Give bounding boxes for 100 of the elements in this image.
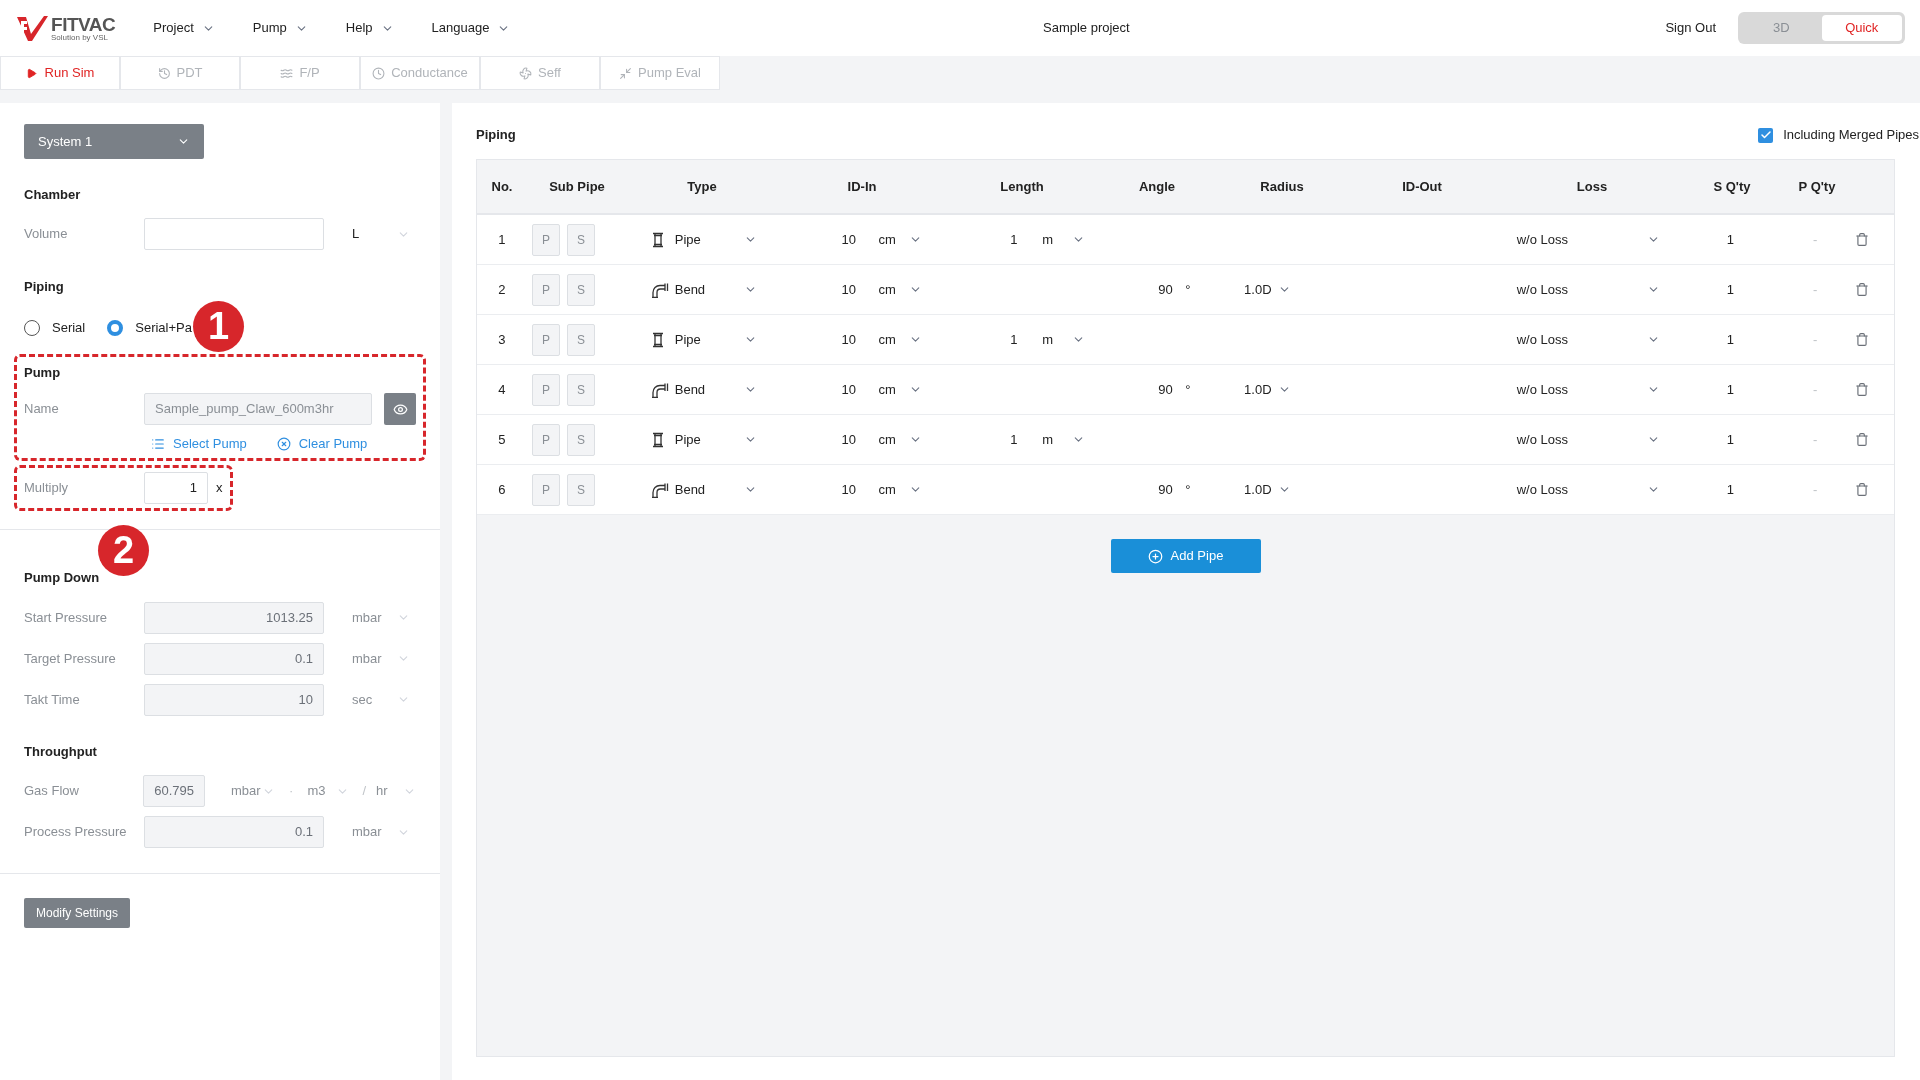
list-icon <box>151 436 165 451</box>
table-cell-text: 2 <box>498 280 506 299</box>
menu-item[interactable]: Pump <box>252 18 308 38</box>
elbow-pipe-icon <box>650 381 669 398</box>
delete-icon[interactable] <box>1855 332 1870 347</box>
type-select[interactable]: Pipe <box>674 229 744 250</box>
add-pipe-button[interactable]: Add Pipe <box>1110 539 1261 573</box>
radio-button[interactable] <box>107 320 124 336</box>
column-header: Type <box>687 177 717 196</box>
unit-select[interactable]: cm <box>878 329 909 350</box>
sub-pipe-button[interactable]: P <box>531 273 560 306</box>
unit-select[interactable]: cm <box>878 279 909 300</box>
section-title: Pump <box>24 364 62 382</box>
logo-tagline: Solution by VSL <box>51 33 109 42</box>
pump-action-link[interactable]: Select Pump <box>151 433 247 454</box>
view-button[interactable] <box>384 393 416 425</box>
radius-select[interactable]: 1.0D <box>1244 479 1272 500</box>
toolbar-tab[interactable]: Run Sim <box>0 56 120 90</box>
logo-text: FITVAC <box>51 14 116 34</box>
loss-select[interactable]: w/o Loss <box>1516 329 1648 350</box>
table-cell-text: 1 <box>1726 430 1734 449</box>
table-cell-text: 10 <box>841 230 857 249</box>
radio-button[interactable] <box>24 320 40 336</box>
menu-item[interactable]: Language <box>431 18 511 38</box>
merged-pipes-checkbox-label[interactable]: Including Merged Pipes <box>1758 125 1919 145</box>
column-header: Length <box>1000 177 1044 196</box>
unit-select[interactable]: m <box>1042 329 1073 350</box>
type-select[interactable]: Bend <box>674 379 744 400</box>
sub-pipe-button[interactable]: S <box>566 273 595 306</box>
loss-select[interactable]: w/o Loss <box>1516 229 1648 250</box>
sub-pipe-button[interactable]: P <box>531 373 560 406</box>
table-cell-text: 1 <box>1726 380 1734 399</box>
field-label: Process Pressure <box>24 823 128 842</box>
table-cell-text: 6 <box>498 480 506 499</box>
sub-pipe-button[interactable]: S <box>566 223 595 256</box>
check-icon <box>1759 129 1772 141</box>
waves-icon <box>280 66 294 80</box>
table-cell-text: 5 <box>498 430 506 449</box>
table-cell-text: 4 <box>498 380 506 399</box>
field-label: Gas Flow <box>24 782 80 801</box>
sub-pipe-button[interactable]: P <box>531 473 560 506</box>
history-icon <box>157 66 171 80</box>
unit-select[interactable]: cm <box>878 229 909 250</box>
delete-icon[interactable] <box>1855 482 1870 497</box>
unit-select[interactable]: L <box>352 224 360 244</box>
type-select[interactable]: Pipe <box>674 429 744 450</box>
delete-icon[interactable] <box>1855 432 1870 447</box>
unit-select[interactable]: cm <box>878 479 909 500</box>
loss-select[interactable]: w/o Loss <box>1516 279 1648 300</box>
pump-action-link[interactable]: Clear Pump <box>276 433 368 454</box>
sub-pipe-button[interactable]: S <box>566 373 595 406</box>
field-label: Multiply <box>24 478 70 497</box>
table-cell-text: - <box>1812 430 1818 449</box>
unit-select[interactable]: m <box>1042 429 1073 450</box>
shrink-icon <box>619 66 633 80</box>
column-header: Angle <box>1138 177 1176 196</box>
section-title: Piping <box>24 277 65 296</box>
radius-select[interactable]: 1.0D <box>1244 379 1272 400</box>
table-cell-text: 1 <box>1726 230 1734 249</box>
column-header: Sub Pipe <box>549 177 605 196</box>
loss-select[interactable]: w/o Loss <box>1516 479 1648 500</box>
delete-icon[interactable] <box>1855 232 1870 247</box>
sub-pipe-button[interactable]: P <box>531 423 560 456</box>
sub-pipe-button[interactable]: S <box>566 473 595 506</box>
pipe-icon <box>650 331 665 348</box>
modify-settings-button[interactable]: Modify Settings <box>24 897 131 928</box>
sign-out-link[interactable]: Sign Out <box>1665 18 1716 38</box>
mode-tab[interactable]: Quick <box>1821 15 1902 41</box>
loss-select[interactable]: w/o Loss <box>1516 379 1648 400</box>
radio-option[interactable]: Serial+Pa <box>107 318 192 338</box>
unit-select[interactable]: m <box>1042 229 1073 250</box>
sub-pipe-button[interactable]: P <box>531 223 560 256</box>
sub-pipe-button[interactable]: S <box>566 323 595 356</box>
table-cell-text: 1 <box>1010 230 1019 249</box>
menu-item[interactable]: Help <box>345 18 394 38</box>
input-field[interactable] <box>144 218 324 250</box>
delete-icon[interactable] <box>1855 382 1870 397</box>
table-cell-text: 90 <box>1158 480 1174 499</box>
type-select[interactable]: Bend <box>674 479 744 500</box>
table-cell-text: - <box>1812 280 1818 299</box>
checkbox[interactable] <box>1758 127 1774 143</box>
menu-item[interactable]: Project <box>153 18 215 38</box>
sub-pipe-button[interactable]: P <box>531 323 560 356</box>
type-select[interactable]: Pipe <box>674 329 744 350</box>
input-field[interactable]: Sample_pump_Claw_600m3hr <box>144 393 372 425</box>
radio-option[interactable]: Serial <box>24 318 86 338</box>
input-field[interactable]: 1 <box>144 471 208 504</box>
sub-pipe-button[interactable]: S <box>566 423 595 456</box>
loss-select[interactable]: w/o Loss <box>1516 429 1648 450</box>
field-label: Name <box>24 400 60 419</box>
column-header: S Q'ty <box>1713 177 1751 196</box>
type-select[interactable]: Bend <box>674 279 744 300</box>
radius-select[interactable]: 1.0D <box>1244 279 1272 300</box>
separator-text: · <box>289 782 294 801</box>
unit-select[interactable]: cm <box>878 379 909 400</box>
multiply-suffix: x <box>216 478 223 497</box>
delete-icon[interactable] <box>1855 282 1870 297</box>
unit-select[interactable]: cm <box>878 429 909 450</box>
system-select[interactable]: System 1 <box>24 124 204 159</box>
table-cell-text: 10 <box>841 280 857 299</box>
